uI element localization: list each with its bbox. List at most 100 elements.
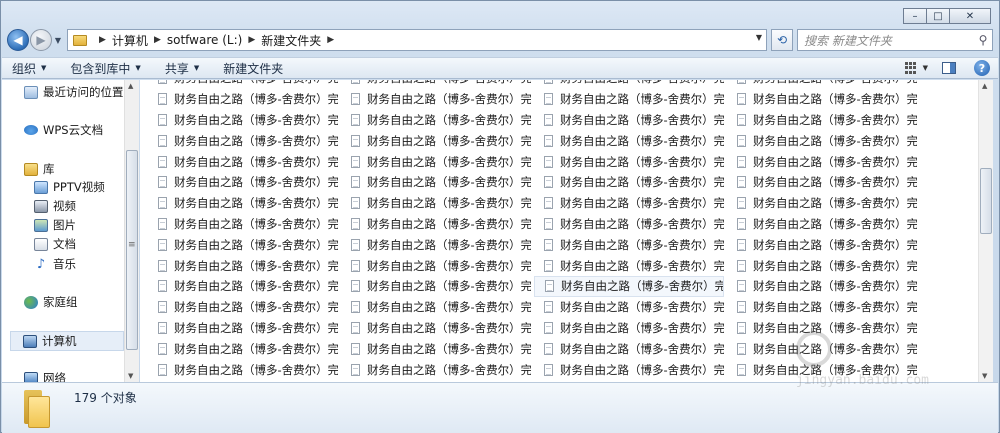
breadcrumb-separator-icon[interactable]: ▶ — [99, 35, 106, 45]
nav-pictures[interactable]: 图片 — [34, 216, 76, 234]
file-item[interactable]: 财务自由之路（博多-舍费尔）完... — [727, 255, 917, 276]
file-item[interactable]: 财务自由之路（博多-舍费尔）完... — [341, 338, 531, 359]
breadcrumb-separator-icon[interactable]: ▶ — [327, 35, 334, 45]
file-item[interactable]: 财务自由之路（博多-舍费尔）完... — [341, 130, 531, 151]
file-item[interactable]: 财务自由之路（博多-舍费尔）完... — [534, 275, 724, 297]
file-item[interactable]: 财务自由之路（博多-舍费尔）完... — [534, 255, 724, 276]
file-item[interactable]: 财务自由之路（博多-舍费尔）完... — [148, 318, 338, 339]
file-item[interactable]: 财务自由之路（博多-舍费尔）完... — [727, 276, 917, 297]
file-item[interactable]: 财务自由之路（博多-舍费尔）完... — [534, 172, 724, 193]
scrollbar-thumb[interactable] — [126, 150, 138, 350]
file-item[interactable]: 财务自由之路（博多-舍费尔）完... — [341, 151, 531, 172]
nav-pptv-video[interactable]: PPTV视频 — [34, 178, 105, 196]
back-button[interactable]: ◀ — [7, 29, 29, 51]
address-dropdown-icon[interactable]: ▼ — [756, 33, 762, 42]
file-item[interactable]: 财务自由之路（博多-舍费尔）完... — [727, 110, 917, 131]
file-item[interactable]: 财务自由之路（博多-舍费尔）完... — [341, 193, 531, 214]
search-input[interactable]: 搜索 新建文件夹 — [804, 32, 974, 49]
file-list-scrollbar[interactable]: ▲ ▼ — [978, 80, 993, 382]
include-in-library-menu[interactable]: 包含到库中 ▼ — [70, 60, 140, 77]
file-item[interactable]: 财务自由之路（博多-舍费尔）完... — [148, 172, 338, 193]
breadcrumb-current-folder[interactable]: 新建文件夹 — [261, 32, 321, 49]
file-item[interactable]: 财务自由之路（博多-舍费尔）完... — [727, 89, 917, 110]
nav-music[interactable]: ♪ 音乐 — [34, 255, 76, 273]
nav-videos[interactable]: 视频 — [34, 197, 76, 215]
file-item[interactable]: 财务自由之路（博多-舍费尔）完... — [534, 234, 724, 255]
refresh-button[interactable]: ⟲ — [771, 29, 793, 51]
nav-homegroup[interactable]: 家庭组 — [24, 293, 78, 311]
file-item[interactable]: 财务自由之路（博多-舍费尔）完... — [727, 234, 917, 255]
nav-computer[interactable]: 计算机 — [10, 331, 124, 351]
file-item[interactable]: 财务自由之路（博多-舍费尔）完... — [534, 214, 724, 235]
file-item[interactable]: 财务自由之路（博多-舍费尔）完... — [148, 234, 338, 255]
search-box[interactable]: 搜索 新建文件夹 ⚲ — [797, 29, 993, 51]
scroll-down-icon[interactable]: ▼ — [982, 372, 987, 380]
file-item[interactable]: 财务自由之路（博多-舍费尔）完... — [534, 359, 724, 380]
scroll-down-icon[interactable]: ▼ — [128, 372, 133, 380]
file-item[interactable]: 财务自由之路（博多-舍费尔）完... — [727, 297, 917, 318]
file-item[interactable]: 财务自由之路（博多-舍费尔）完... — [341, 214, 531, 235]
share-menu[interactable]: 共享 ▼ — [165, 60, 199, 77]
file-item[interactable]: 财务自由之路（博多-舍费尔）完... — [534, 151, 724, 172]
file-item[interactable]: 财务自由之路（博多-舍费尔）完... — [341, 255, 531, 276]
file-item[interactable]: 财务自由之路（博多-舍费尔）完... — [341, 80, 531, 89]
view-dropdown-icon[interactable]: ▼ — [923, 64, 928, 72]
file-item[interactable]: 财务自由之路（博多-舍费尔）完... — [148, 80, 338, 89]
file-item[interactable]: 财务自由之路（博多-舍费尔）完... — [727, 193, 917, 214]
file-item[interactable]: 财务自由之路（博多-舍费尔）完... — [341, 110, 531, 131]
file-item[interactable]: 财务自由之路（博多-舍费尔）完... — [341, 172, 531, 193]
file-item[interactable]: 财务自由之路（博多-舍费尔）完... — [341, 276, 531, 297]
organize-menu[interactable]: 组织 ▼ — [12, 60, 46, 77]
breadcrumb-drive[interactable]: sotfware (L:) — [167, 33, 242, 47]
file-item[interactable]: 财务自由之路（博多-舍费尔）完... — [148, 359, 338, 380]
file-item[interactable]: 财务自由之路（博多-舍费尔）完... — [341, 234, 531, 255]
file-item[interactable]: 财务自由之路（博多-舍费尔）完... — [534, 297, 724, 318]
file-item[interactable]: 财务自由之路（博多-舍费尔）完... — [534, 338, 724, 359]
search-icon[interactable]: ⚲ — [974, 33, 992, 47]
recent-pages-dropdown[interactable]: ▼ — [52, 36, 64, 45]
breadcrumb-separator-icon[interactable]: ▶ — [248, 35, 255, 45]
file-item[interactable]: 财务自由之路（博多-舍费尔）完... — [148, 130, 338, 151]
preview-pane-icon[interactable] — [942, 62, 956, 74]
file-item[interactable]: 财务自由之路（博多-舍费尔）完... — [341, 359, 531, 380]
maximize-button[interactable]: □ — [926, 8, 950, 24]
file-item[interactable]: 财务自由之路（博多-舍费尔）完... — [727, 214, 917, 235]
file-item[interactable]: 财务自由之路（博多-舍费尔）完... — [534, 89, 724, 110]
file-item[interactable]: 财务自由之路（博多-舍费尔）完... — [534, 318, 724, 339]
close-button[interactable]: ✕ — [949, 8, 991, 24]
nav-documents[interactable]: 文档 — [34, 235, 76, 253]
navigation-scrollbar[interactable]: ▲ ≡ ▼ — [124, 80, 139, 382]
file-item[interactable]: 财务自由之路（博多-舍费尔）完... — [148, 276, 338, 297]
file-item[interactable]: 财务自由之路（博多-舍费尔）完... — [534, 130, 724, 151]
nav-wps-cloud[interactable]: WPS云文档 — [24, 121, 103, 139]
file-item[interactable]: 财务自由之路（博多-舍费尔）完... — [148, 214, 338, 235]
scroll-up-icon[interactable]: ▲ — [128, 82, 133, 90]
file-item[interactable]: 财务自由之路（博多-舍费尔）完... — [341, 318, 531, 339]
file-item[interactable]: 财务自由之路（博多-舍费尔）完... — [727, 80, 917, 89]
file-item[interactable]: 财务自由之路（博多-舍费尔）完... — [148, 151, 338, 172]
view-options-icon[interactable] — [904, 62, 919, 74]
breadcrumb-separator-icon[interactable]: ▶ — [154, 35, 161, 45]
address-bar[interactable]: ▶ 计算机 ▶ sotfware (L:) ▶ 新建文件夹 ▶ ▼ — [67, 29, 767, 51]
file-item[interactable]: 财务自由之路（博多-舍费尔）完... — [148, 193, 338, 214]
file-item[interactable]: 财务自由之路（博多-舍费尔）完... — [148, 338, 338, 359]
file-item[interactable]: 财务自由之路（博多-舍费尔）完... — [727, 151, 917, 172]
file-item[interactable]: 财务自由之路（博多-舍费尔）完... — [148, 89, 338, 110]
forward-button[interactable]: ▶ — [30, 29, 52, 51]
scroll-up-icon[interactable]: ▲ — [982, 82, 987, 90]
scrollbar-thumb[interactable] — [980, 168, 992, 234]
nav-libraries[interactable]: 库 — [24, 160, 55, 178]
file-item[interactable]: 财务自由之路（博多-舍费尔）完... — [341, 297, 531, 318]
file-item[interactable]: 财务自由之路（博多-舍费尔）完... — [148, 297, 338, 318]
file-item[interactable]: 财务自由之路（博多-舍费尔）完... — [148, 255, 338, 276]
file-item[interactable]: 财务自由之路（博多-舍费尔）完... — [727, 172, 917, 193]
breadcrumb-computer[interactable]: 计算机 — [112, 32, 148, 49]
file-item[interactable]: 财务自由之路（博多-舍费尔）完... — [727, 130, 917, 151]
nav-network[interactable]: 网络 — [24, 369, 66, 382]
minimize-button[interactable]: – — [903, 8, 927, 24]
help-icon[interactable]: ? — [974, 60, 990, 76]
file-item[interactable]: 财务自由之路（博多-舍费尔）完... — [534, 193, 724, 214]
new-folder-button[interactable]: 新建文件夹 — [223, 60, 283, 77]
file-item[interactable]: 财务自由之路（博多-舍费尔）完... — [341, 89, 531, 110]
file-item[interactable]: 财务自由之路（博多-舍费尔）完... — [534, 80, 724, 89]
